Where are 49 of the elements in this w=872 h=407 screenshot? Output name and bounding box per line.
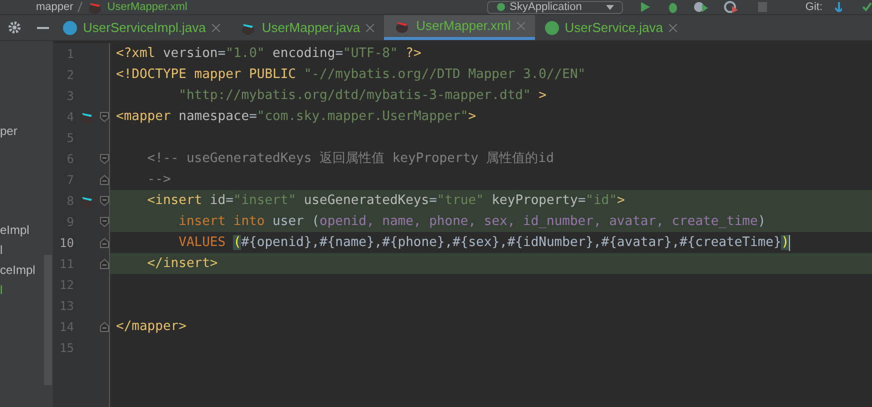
editor-tab[interactable]: UserServiceImpl.java <box>53 15 230 40</box>
update-icon[interactable] <box>834 2 842 12</box>
caret-icon <box>606 4 614 10</box>
minimize-icon[interactable] <box>37 26 49 28</box>
fold-icon[interactable] <box>100 216 109 226</box>
code-text: <mapper namespace="com.sky.mapper.UserMapper"> <box>116 108 476 126</box>
app-icon <box>496 2 506 12</box>
fold-icon[interactable] <box>100 174 109 184</box>
text-cursor <box>789 234 790 250</box>
project-item[interactable]: ceImpl <box>0 264 36 276</box>
code-text: insert into user (openid, name, phone, sex, id_number, avatar, create_time) <box>178 212 766 231</box>
fold-icon[interactable] <box>100 258 109 268</box>
project-item[interactable]: l <box>0 244 3 256</box>
code-text: "http://mybatis.org/dtd/mybatis-3-mapper.dtd" > <box>178 86 546 105</box>
vcs-label: Git: <box>805 2 823 12</box>
code-text: <?xml version="1.0" encoding="UTF-8" ?> <box>116 44 422 63</box>
project-item[interactable]: eImpl <box>0 224 30 236</box>
line-number: 10 <box>58 234 74 252</box>
scrollbar[interactable] <box>44 255 52 385</box>
code-text: <!-- useGeneratedKeys 返回属性值 keyProperty 属性值的id <box>146 150 554 168</box>
close-icon[interactable] <box>669 24 678 32</box>
fold-icon[interactable] <box>100 196 109 206</box>
editor-tab[interactable]: UserMapper.java <box>230 15 384 40</box>
code-text: </insert> <box>146 254 218 273</box>
coverage-icon[interactable] <box>694 1 708 13</box>
fold-icon[interactable] <box>100 112 109 122</box>
fold-icon[interactable] <box>100 154 109 164</box>
fold-icon[interactable] <box>100 322 109 332</box>
separator-icon <box>77 2 84 12</box>
profiler-icon[interactable] <box>724 1 738 13</box>
editor-tab[interactable]: UserMapper.xml <box>384 15 535 40</box>
settings-icon[interactable] <box>8 21 21 34</box>
code-text: </mapper> <box>116 318 186 336</box>
code-text: <insert id="insert" useGeneratedKeys="true" keyProperty="id"> <box>146 192 625 210</box>
project-item[interactable]: l <box>0 284 3 296</box>
code-text: --> <box>146 170 171 189</box>
run-config-dropdown[interactable]: SkyApplication <box>486 0 624 14</box>
editor-tab[interactable]: UserService.java <box>534 15 688 40</box>
close-icon[interactable] <box>366 24 374 32</box>
breadcrumb-item[interactable]: UserMapper.xml <box>107 2 188 12</box>
breadcrumb-item[interactable]: mapper <box>36 2 74 12</box>
code-text: <!DOCTYPE mapper PUBLIC "-//mybatis.org//DTD Mapper 3.0//EN" <box>116 66 586 84</box>
code-text: VALUES (#{openid},#{name},#{phone},#{sex},#{idNumber},#{avatar},#{createTime}) <box>178 234 790 252</box>
interface-icon <box>544 20 559 34</box>
check-icon[interactable] <box>862 2 872 12</box>
close-icon[interactable] <box>212 24 220 32</box>
fold-icon[interactable] <box>100 238 109 248</box>
project-item[interactable]: per <box>0 125 18 137</box>
class-icon <box>63 20 77 34</box>
